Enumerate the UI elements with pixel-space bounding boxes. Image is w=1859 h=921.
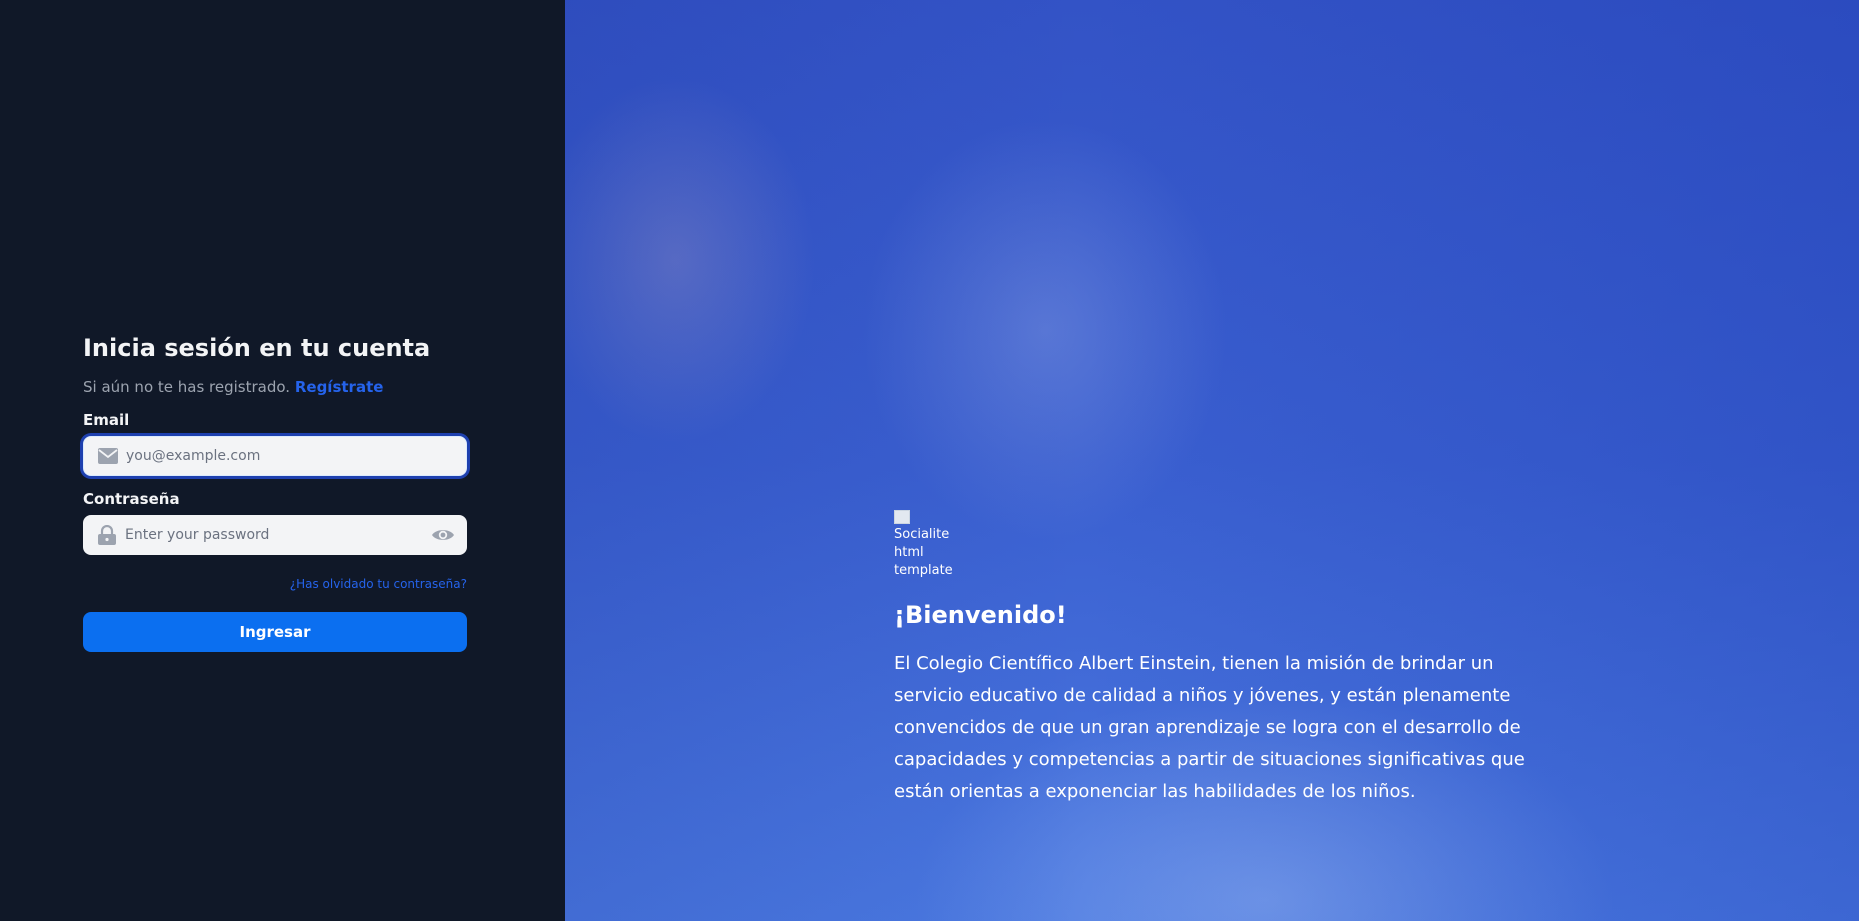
hero-description: El Colegio Científico Albert Einstein, t…: [894, 653, 1525, 802]
login-panel: Inicia sesión en tu cuenta Si aún no te …: [0, 0, 565, 921]
forgot-password-row: ¿Has olvidado tu contraseña?: [83, 575, 467, 592]
password-input[interactable]: [125, 515, 430, 555]
password-label: Contraseña: [83, 490, 180, 508]
welcome-heading: ¡Bienvenido!: [894, 601, 1067, 629]
hero-panel: Socialite html template ¡Bienvenido! El …: [565, 0, 1859, 921]
email-field-wrapper: [83, 436, 467, 476]
forgot-password-link[interactable]: ¿Has olvidado tu contraseña?: [290, 577, 467, 591]
mail-icon: [97, 445, 119, 467]
eye-icon[interactable]: [430, 524, 456, 546]
broken-image-icon: [894, 510, 910, 524]
register-prompt: Si aún no te has registrado. Regístrate: [83, 377, 467, 397]
login-page: Inicia sesión en tu cuenta Si aún no te …: [0, 0, 1859, 921]
email-label: Email: [83, 411, 130, 429]
logo-alt-text: Socialite html template: [894, 527, 953, 578]
page-title: Inicia sesión en tu cuenta: [83, 334, 431, 362]
login-button[interactable]: Ingresar: [83, 612, 467, 652]
logo-image: Socialite html template: [894, 508, 953, 578]
email-input[interactable]: [126, 437, 466, 475]
register-link[interactable]: Regístrate: [295, 378, 384, 396]
register-prompt-text: Si aún no te has registrado.: [83, 378, 291, 396]
login-form: Inicia sesión en tu cuenta Si aún no te …: [83, 333, 467, 652]
password-field-wrapper: [83, 515, 467, 555]
lock-icon: [96, 524, 118, 546]
hero-content: Socialite html template ¡Bienvenido! El …: [894, 508, 1544, 808]
